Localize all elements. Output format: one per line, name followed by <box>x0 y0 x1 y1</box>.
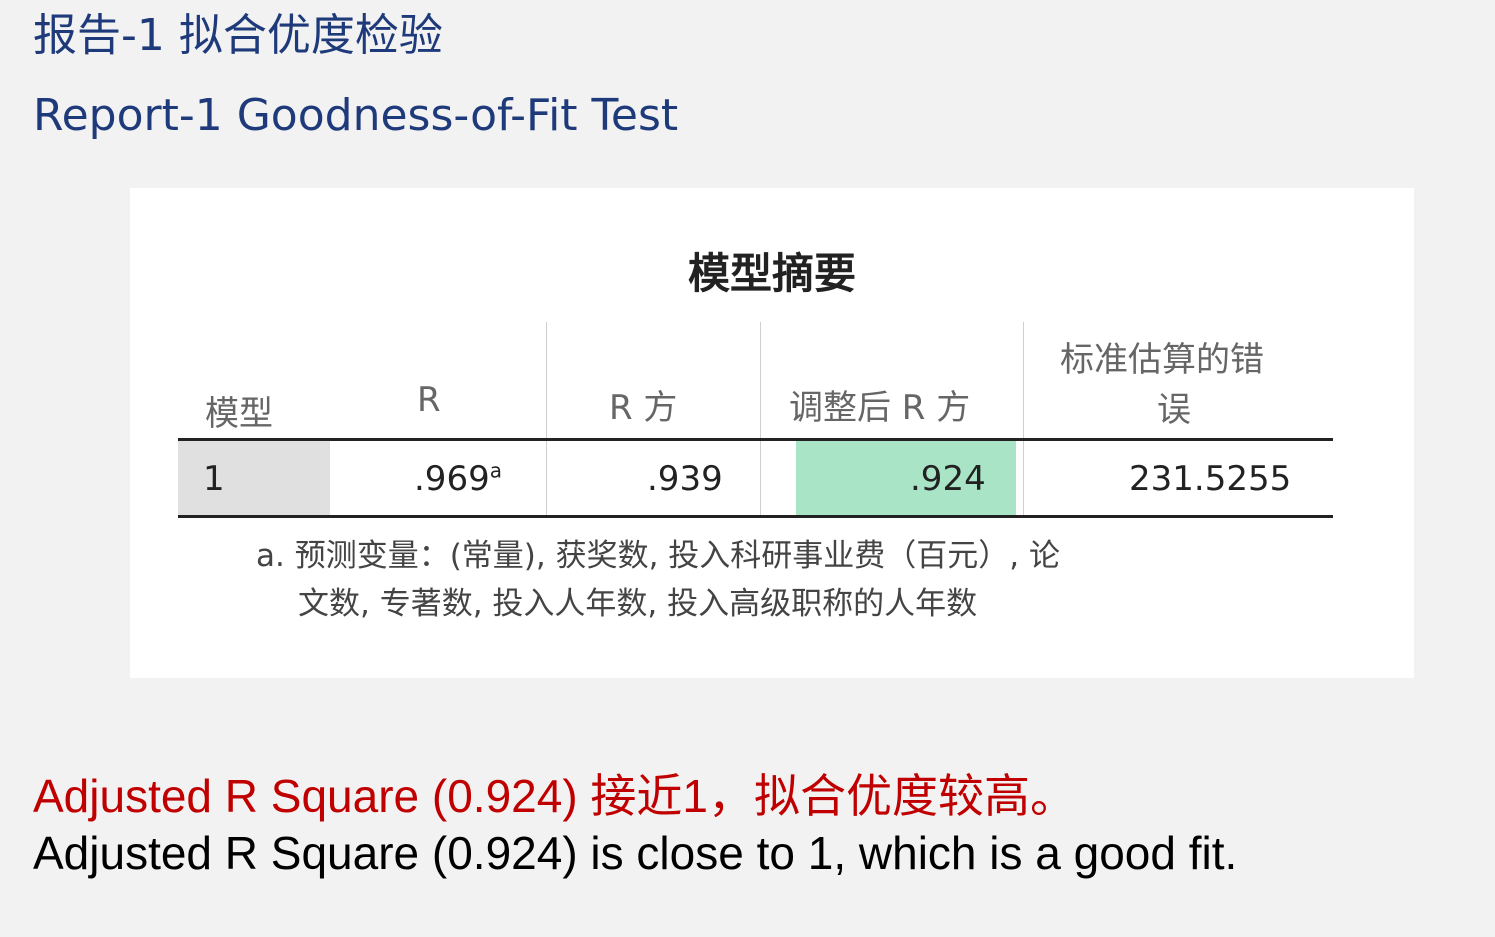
r-footnote-marker: a <box>489 458 502 483</box>
column-header-r-square: R 方 <box>609 388 678 428</box>
column-header-std-error-line2: 误 <box>1157 390 1191 430</box>
table-footnote-line1: a. 预测变量：(常量), 获奖数, 投入科研事业费（百元）, 论 <box>256 538 1061 574</box>
table-footnote-line2: 文数, 专著数, 投入人年数, 投入高级职称的人年数 <box>298 586 978 622</box>
column-divider <box>1023 322 1024 518</box>
summary-en: Adjusted R Square (0.924) is close to 1,… <box>33 827 1238 879</box>
column-divider <box>546 322 547 518</box>
table-cell-r-square: .939 <box>647 459 723 499</box>
table-title: 模型摘要 <box>687 249 856 298</box>
page-title-en: Report-1 Goodness-of-Fit Test <box>33 90 679 141</box>
model-cell-background <box>178 441 330 515</box>
page-title-cn: 报告-1 拟合优度检验 <box>33 10 443 61</box>
column-divider <box>760 322 761 518</box>
table-cell-model: 1 <box>203 459 225 499</box>
table-cell-r: .969a <box>414 459 502 499</box>
table-top-rule <box>178 438 1333 441</box>
table-cell-std-error: 231.5255 <box>1129 459 1292 499</box>
r-value: .969 <box>414 459 490 499</box>
column-header-r: R <box>417 380 441 420</box>
table-bottom-rule <box>178 515 1333 518</box>
column-header-adjusted-r-square: 调整后 R 方 <box>789 388 971 428</box>
table-cell-adjusted-r-square: .924 <box>910 459 986 499</box>
column-header-std-error-line1: 标准估算的错 <box>1060 340 1264 380</box>
column-header-model: 模型 <box>205 394 273 434</box>
summary-cn: Adjusted R Square (0.924) 接近1，拟合优度较高。 <box>33 770 1077 822</box>
